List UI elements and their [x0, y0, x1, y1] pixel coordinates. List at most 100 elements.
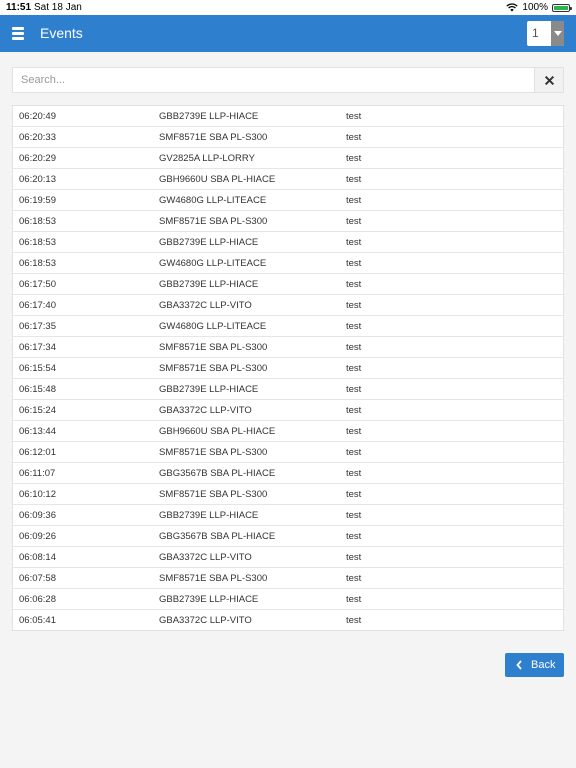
event-description: test	[346, 321, 362, 332]
table-row[interactable]: 06:17:50 GBB2739E LLP-HIACE test	[13, 274, 563, 295]
event-time: 06:18:53	[19, 237, 56, 248]
table-row[interactable]: 06:07:58 SMF8571E SBA PL-S300 test	[13, 568, 563, 589]
event-vehicle: GW4680G LLP-LITEACE	[159, 258, 267, 269]
event-vehicle: GBB2739E LLP-HIACE	[159, 111, 259, 122]
table-row[interactable]: 06:09:36 GBB2739E LLP-HIACE test	[13, 505, 563, 526]
event-time: 06:15:54	[19, 363, 56, 374]
event-time: 06:10:12	[19, 489, 56, 500]
clear-search-button[interactable]	[534, 68, 563, 92]
event-time: 06:13:44	[19, 426, 56, 437]
event-time: 06:08:14	[19, 552, 56, 563]
event-time: 06:15:48	[19, 384, 56, 395]
table-row[interactable]: 06:20:33 SMF8571E SBA PL-S300 test	[13, 127, 563, 148]
event-description: test	[346, 510, 362, 521]
page-select[interactable]: 1	[527, 21, 564, 46]
event-time: 06:09:26	[19, 531, 56, 542]
table-row[interactable]: 06:17:34 SMF8571E SBA PL-S300 test	[13, 337, 563, 358]
table-row[interactable]: 06:05:41 GBA3372C LLP-VITO test	[13, 610, 563, 630]
status-right: 100%	[506, 2, 572, 13]
event-vehicle: SMF8571E SBA PL-S300	[159, 216, 268, 227]
battery-icon	[552, 3, 572, 12]
table-row[interactable]: 06:09:26 GBG3567B SBA PL-HIACE test	[13, 526, 563, 547]
event-time: 06:18:53	[19, 258, 56, 269]
table-row[interactable]: 06:10:12 SMF8571E SBA PL-S300 test	[13, 484, 563, 505]
event-time: 06:17:50	[19, 279, 56, 290]
event-vehicle: GBH9660U SBA PL-HIACE	[159, 426, 276, 437]
event-description: test	[346, 174, 362, 185]
table-row[interactable]: 06:13:44 GBH9660U SBA PL-HIACE test	[13, 421, 563, 442]
event-vehicle: GBA3372C LLP-VITO	[159, 300, 252, 311]
hamburger-icon[interactable]	[12, 27, 24, 40]
table-row[interactable]: 06:20:13 GBH9660U SBA PL-HIACE test	[13, 169, 563, 190]
table-row[interactable]: 06:17:35 GW4680G LLP-LITEACE test	[13, 316, 563, 337]
event-description: test	[346, 531, 362, 542]
table-row[interactable]: 06:15:24 GBA3372C LLP-VITO test	[13, 400, 563, 421]
event-vehicle: SMF8571E SBA PL-S300	[159, 447, 268, 458]
event-description: test	[346, 426, 362, 437]
event-time: 06:07:58	[19, 573, 56, 584]
back-button[interactable]: Back	[505, 653, 564, 677]
back-button-label: Back	[531, 659, 556, 671]
table-row[interactable]: 06:19:59 GW4680G LLP-LITEACE test	[13, 190, 563, 211]
events-table: 06:20:49 GBB2739E LLP-HIACE test 06:20:33 SM…	[12, 105, 564, 631]
event-time: 06:12:01	[19, 447, 56, 458]
event-time: 06:20:29	[19, 153, 56, 164]
battery-percent: 100%	[522, 2, 548, 13]
event-description: test	[346, 363, 362, 374]
event-vehicle: GBA3372C LLP-VITO	[159, 405, 252, 416]
event-vehicle: GV2825A LLP-LORRY	[159, 153, 255, 164]
event-description: test	[346, 237, 362, 248]
event-vehicle: GBG3567B SBA PL-HIACE	[159, 531, 276, 542]
event-vehicle: GBB2739E LLP-HIACE	[159, 237, 259, 248]
table-row[interactable]: 06:11:07 GBG3567B SBA PL-HIACE test	[13, 463, 563, 484]
event-description: test	[346, 153, 362, 164]
event-description: test	[346, 132, 362, 143]
event-vehicle: GBH9660U SBA PL-HIACE	[159, 174, 276, 185]
event-description: test	[346, 111, 362, 122]
event-description: test	[346, 489, 362, 500]
chevron-left-icon	[516, 660, 522, 670]
table-row[interactable]: 06:18:53 SMF8571E SBA PL-S300 test	[13, 211, 563, 232]
page-title: Events	[40, 25, 83, 41]
event-description: test	[346, 216, 362, 227]
table-row[interactable]: 06:20:29 GV2825A LLP-LORRY test	[13, 148, 563, 169]
event-vehicle: GBG3567B SBA PL-HIACE	[159, 468, 276, 479]
event-time: 06:15:24	[19, 405, 56, 416]
event-time: 06:20:13	[19, 174, 56, 185]
table-row[interactable]: 06:15:54 SMF8571E SBA PL-S300 test	[13, 358, 563, 379]
search-input[interactable]	[13, 68, 535, 92]
table-row[interactable]: 06:12:01 SMF8571E SBA PL-S300 test	[13, 442, 563, 463]
event-time: 06:17:40	[19, 300, 56, 311]
table-row[interactable]: 06:06:28 GBB2739E LLP-HIACE test	[13, 589, 563, 610]
table-row[interactable]: 06:18:53 GBB2739E LLP-HIACE test	[13, 232, 563, 253]
event-vehicle: SMF8571E SBA PL-S300	[159, 132, 268, 143]
table-row[interactable]: 06:17:40 GBA3372C LLP-VITO test	[13, 295, 563, 316]
event-vehicle: GBB2739E LLP-HIACE	[159, 384, 259, 395]
event-description: test	[346, 615, 362, 626]
event-time: 06:05:41	[19, 615, 56, 626]
app-header: Events 1	[0, 15, 576, 52]
table-row[interactable]: 06:08:14 GBA3372C LLP-VITO test	[13, 547, 563, 568]
table-row[interactable]: 06:18:53 GW4680G LLP-LITEACE test	[13, 253, 563, 274]
event-description: test	[346, 279, 362, 290]
search-bar	[12, 67, 564, 93]
event-description: test	[346, 405, 362, 416]
close-icon	[544, 75, 554, 85]
event-description: test	[346, 447, 362, 458]
page-select-value: 1	[532, 26, 539, 40]
event-vehicle: GBB2739E LLP-HIACE	[159, 594, 259, 605]
event-description: test	[346, 468, 362, 479]
chevron-down-icon	[551, 21, 564, 46]
event-description: test	[346, 342, 362, 353]
wifi-icon	[506, 3, 519, 12]
event-vehicle: SMF8571E SBA PL-S300	[159, 489, 268, 500]
event-description: test	[346, 594, 362, 605]
event-time: 06:11:07	[19, 468, 56, 479]
table-row[interactable]: 06:15:48 GBB2739E LLP-HIACE test	[13, 379, 563, 400]
table-row[interactable]: 06:20:49 GBB2739E LLP-HIACE test	[13, 106, 563, 127]
event-description: test	[346, 258, 362, 269]
event-description: test	[346, 552, 362, 563]
event-time: 06:20:49	[19, 111, 56, 122]
event-description: test	[346, 573, 362, 584]
event-time: 06:06:28	[19, 594, 56, 605]
